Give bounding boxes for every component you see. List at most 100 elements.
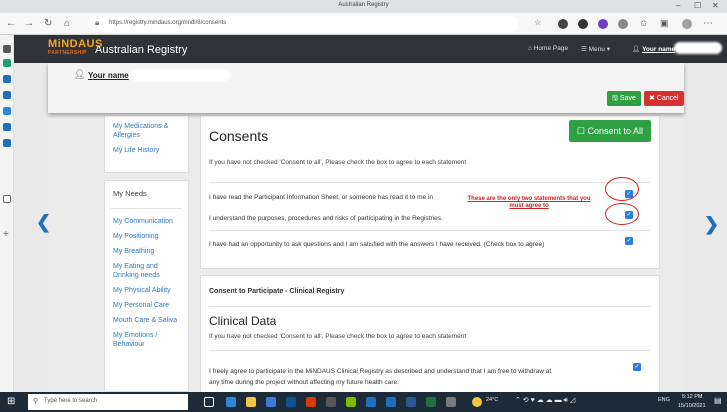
app-icon[interactable]: [346, 397, 356, 407]
app-name: Australian Registry: [95, 44, 188, 56]
consent-to-all-button[interactable]: ☐ Consent to All: [568, 120, 651, 142]
sidebar-item-emotions[interactable]: My Emotions / Behaviour: [113, 331, 180, 349]
reading-mode-icon[interactable]: ☆: [534, 18, 541, 27]
profile-avatar[interactable]: [682, 19, 692, 29]
store-icon[interactable]: [266, 397, 276, 407]
favorites-icon[interactable]: ✩: [640, 18, 648, 29]
save-icon: 🖫︎: [612, 95, 620, 102]
user-menu[interactable]: 👤︎ Your name: [632, 45, 675, 53]
browser-sidebar: +: [0, 35, 14, 392]
sidebar-item-positioning[interactable]: My Positioning: [113, 232, 180, 241]
clinical-instruction: If you have not checked 'Consent to all'…: [209, 333, 467, 340]
sidebar-item-physical[interactable]: My Physical Ability: [113, 286, 180, 295]
checkbox-icon: ☐: [576, 126, 588, 136]
app-icon[interactable]: [426, 397, 436, 407]
consents-instruction: If you have not checked 'Consent to all'…: [209, 159, 467, 166]
sidebar-app-icon[interactable]: [3, 139, 11, 147]
consent-statement: I have read the Participant Information …: [209, 194, 434, 201]
sidebar-item-communication[interactable]: My Communication: [113, 217, 180, 226]
app-icon[interactable]: [386, 397, 396, 407]
search-icon: ⚲: [33, 398, 39, 405]
list-icon: ☰: [581, 46, 589, 53]
sidebar-item-mouth-care[interactable]: Mouth Care & Saliva: [113, 316, 180, 325]
extension-icon[interactable]: [578, 19, 588, 29]
app-icon[interactable]: [326, 397, 336, 407]
browser-titlebar: Australian Registry – ☐ ✕: [0, 0, 727, 13]
consents-panel: Consents ☐ Consent to All If you have no…: [200, 115, 660, 269]
sidebar-app-icon[interactable]: [3, 75, 11, 83]
clinical-panel: Consent to Participate - Clinical Regist…: [200, 275, 660, 392]
sidebar-item-eating[interactable]: My Eating and Drinking needs: [113, 262, 180, 280]
forward-icon[interactable]: →: [24, 18, 34, 29]
more-options-icon[interactable]: ⋯: [703, 18, 713, 29]
windows-start-icon[interactable]: ⊞: [7, 396, 15, 407]
user-icon: 👤︎: [632, 46, 643, 53]
consent-checkbox[interactable]: ✓: [633, 363, 641, 371]
sidebar-item-medications[interactable]: My Medications & Allergies: [113, 122, 180, 140]
sidebar-app-icon[interactable]: [3, 91, 11, 99]
clock-date[interactable]: 15/10/2021: [678, 403, 706, 409]
language-indicator[interactable]: ENG: [658, 397, 670, 403]
previous-page-arrow[interactable]: ❮: [36, 212, 51, 233]
tray-icons[interactable]: ⌃ ⟲ ♥ ☁ ☁ ▬ 🔊︎ ◿: [515, 396, 575, 405]
annotation-circle: [605, 203, 639, 225]
collections-icon[interactable]: ▣: [660, 18, 669, 29]
taskbar-search[interactable]: ⚲ Type here to search: [28, 394, 188, 410]
next-page-arrow[interactable]: ❯: [704, 214, 719, 235]
back-icon[interactable]: ←: [6, 18, 16, 29]
weather-icon[interactable]: [472, 397, 482, 407]
user-name[interactable]: Your name: [88, 71, 129, 80]
clinical-title: Clinical Data: [209, 314, 277, 328]
notifications-icon[interactable]: ▤: [714, 396, 722, 405]
consent-statement: I have had an opportunity to ask questio…: [209, 241, 545, 248]
page-icon[interactable]: [3, 195, 11, 203]
save-button[interactable]: 🖫︎ Save: [607, 91, 641, 106]
clock-time[interactable]: 5:12 PM: [682, 394, 702, 400]
sidebar-app-icon[interactable]: [3, 59, 11, 67]
weather-temp: 24°C: [486, 397, 499, 403]
extension-icon[interactable]: [618, 19, 628, 29]
close-window-icon[interactable]: ✕: [712, 1, 719, 10]
app-icon[interactable]: [406, 397, 416, 407]
app-icon[interactable]: [366, 397, 376, 407]
consent-row: I have had an opportunity to ask questio…: [209, 230, 651, 252]
sidebar-app-icon[interactable]: [3, 45, 11, 53]
reload-icon[interactable]: ↻: [44, 18, 52, 29]
needs-panel: My Needs My Communication My Positioning…: [104, 180, 189, 392]
file-explorer-icon[interactable]: [246, 397, 256, 407]
app-icon[interactable]: [286, 397, 296, 407]
close-icon: ✖: [649, 95, 657, 102]
taskbar: ⊞ ⚲ Type here to search 24°C ⌃ ⟲ ♥ ☁ ☁ ▬…: [0, 392, 727, 412]
sidebar-item-life-history[interactable]: My Life History: [113, 146, 180, 155]
app-header: MiNDAUS PARTNERSHIP Australian Registry …: [14, 35, 727, 63]
sidebar-item-breathing[interactable]: My Breathing: [113, 247, 180, 256]
add-icon[interactable]: +: [3, 229, 9, 240]
menu-dropdown[interactable]: ☰ Menu ▾: [581, 45, 610, 53]
cancel-button[interactable]: ✖ Cancel: [644, 91, 684, 106]
redaction-mark: [130, 69, 230, 81]
address-bar: ← → ↻ ⌂ 🔒︎ https://registry.mindaus.org/…: [0, 13, 727, 35]
url-text: https://registry.mindaus.org/mndl/8/cons…: [109, 20, 227, 26]
clinical-statement-line2: any time during the project without affe…: [209, 379, 399, 386]
maximize-icon[interactable]: ☐: [694, 1, 701, 10]
minimize-icon[interactable]: –: [676, 1, 680, 10]
app-icon[interactable]: [446, 397, 456, 407]
clinical-statement-line1: I freely agree to participate in the MiN…: [209, 368, 552, 375]
home-icon[interactable]: ⌂: [64, 18, 70, 29]
edge-icon[interactable]: [226, 397, 236, 407]
url-field[interactable]: 🔒︎ https://registry.mindaus.org/mndl/8/c…: [88, 16, 518, 32]
extension-icon[interactable]: [598, 19, 608, 29]
consent-statement: I understand the purposes, procedures an…: [209, 215, 443, 222]
app-icon[interactable]: [306, 397, 316, 407]
user-toolbar: 👤︎ Your name 🖫︎ Save ✖ Cancel: [48, 63, 684, 113]
sidebar-item-personal-care[interactable]: My Personal Care: [113, 301, 180, 310]
sidebar-app-icon[interactable]: [3, 107, 11, 115]
consent-checkbox[interactable]: ✓: [625, 237, 633, 245]
home-page-link[interactable]: ⌂ Home Page: [528, 45, 568, 52]
sidebar-app-icon[interactable]: [3, 123, 11, 131]
section-label: Consent to Participate - Clinical Regist…: [209, 288, 345, 295]
extension-icon[interactable]: [558, 19, 568, 29]
task-view-icon[interactable]: [204, 397, 214, 407]
redaction-mark: [674, 42, 722, 54]
lock-icon: 🔒︎: [95, 18, 100, 27]
